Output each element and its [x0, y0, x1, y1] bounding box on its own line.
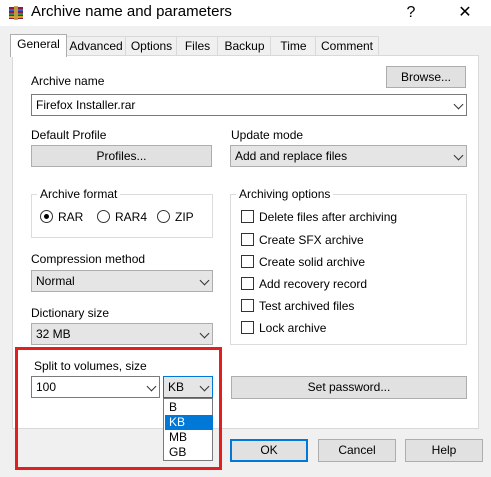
checkbox-recovery-record[interactable] — [241, 277, 254, 290]
chevron-down-icon[interactable] — [453, 150, 464, 161]
compression-method-value: Normal — [36, 274, 75, 288]
ok-button[interactable]: OK — [230, 439, 308, 462]
checkbox-test-files[interactable] — [241, 299, 254, 312]
archive-format-title: Archive format — [37, 187, 121, 201]
radio-rar4-label: RAR4 — [115, 210, 148, 224]
tab-comment[interactable]: Comment — [315, 36, 379, 56]
radio-rar-label: RAR — [58, 210, 84, 224]
cancel-button[interactable]: Cancel — [318, 439, 396, 462]
compression-method-select[interactable]: Normal — [31, 270, 213, 292]
tab-general[interactable]: General — [10, 34, 67, 57]
checkbox-lock-archive[interactable] — [241, 321, 254, 334]
tab-time[interactable]: Time — [270, 36, 317, 56]
help-titlebar-button[interactable]: ? — [398, 2, 424, 24]
dictionary-size-label: Dictionary size — [31, 306, 110, 320]
dictionary-size-select[interactable]: 32 MB — [31, 323, 213, 345]
chevron-down-icon[interactable] — [453, 99, 464, 110]
checkbox-create-solid-label: Create solid archive — [259, 255, 366, 269]
tab-advanced[interactable]: Advanced — [65, 36, 127, 56]
chevron-down-icon[interactable] — [199, 328, 210, 339]
radio-rar4[interactable] — [97, 210, 110, 223]
radio-rar[interactable] — [40, 210, 53, 223]
tab-files[interactable]: Files — [176, 36, 219, 56]
default-profile-label: Default Profile — [31, 128, 107, 142]
update-mode-select[interactable]: Add and replace files — [230, 145, 467, 167]
checkbox-create-solid[interactable] — [241, 255, 254, 268]
set-password-button[interactable]: Set password... — [231, 376, 467, 399]
checkbox-delete-files[interactable] — [241, 210, 254, 223]
archiving-options-title: Archiving options — [236, 187, 334, 201]
tab-strip: General Advanced Options Files Backup Ti… — [10, 34, 480, 57]
checkbox-delete-files-label: Delete files after archiving — [259, 210, 398, 224]
update-mode-value: Add and replace files — [235, 149, 348, 163]
browse-button[interactable]: Browse... — [386, 66, 466, 88]
archive-name-label: Archive name — [31, 74, 105, 88]
close-icon[interactable]: ✕ — [452, 2, 478, 24]
checkbox-lock-archive-label: Lock archive — [259, 321, 327, 335]
window-title: Archive name and parameters — [31, 3, 232, 20]
checkbox-create-sfx[interactable] — [241, 233, 254, 246]
winrar-app-icon — [9, 6, 23, 20]
checkbox-test-files-label: Test archived files — [259, 299, 355, 313]
checkbox-create-sfx-label: Create SFX archive — [259, 233, 364, 247]
tab-backup[interactable]: Backup — [217, 36, 272, 56]
checkbox-recovery-record-label: Add recovery record — [259, 277, 368, 291]
update-mode-label: Update mode — [231, 128, 304, 142]
chevron-down-icon[interactable] — [199, 275, 210, 286]
archive-name-value: Firefox Installer.rar — [36, 98, 136, 112]
radio-zip-label: ZIP — [175, 210, 194, 224]
compression-method-label: Compression method — [31, 252, 146, 266]
profiles-button[interactable]: Profiles... — [31, 145, 212, 167]
highlight-box — [15, 347, 222, 470]
archive-name-field[interactable]: Firefox Installer.rar — [31, 94, 467, 116]
help-button[interactable]: Help — [405, 439, 483, 462]
tab-options[interactable]: Options — [125, 36, 178, 56]
radio-zip[interactable] — [157, 210, 170, 223]
dictionary-size-value: 32 MB — [36, 327, 71, 341]
